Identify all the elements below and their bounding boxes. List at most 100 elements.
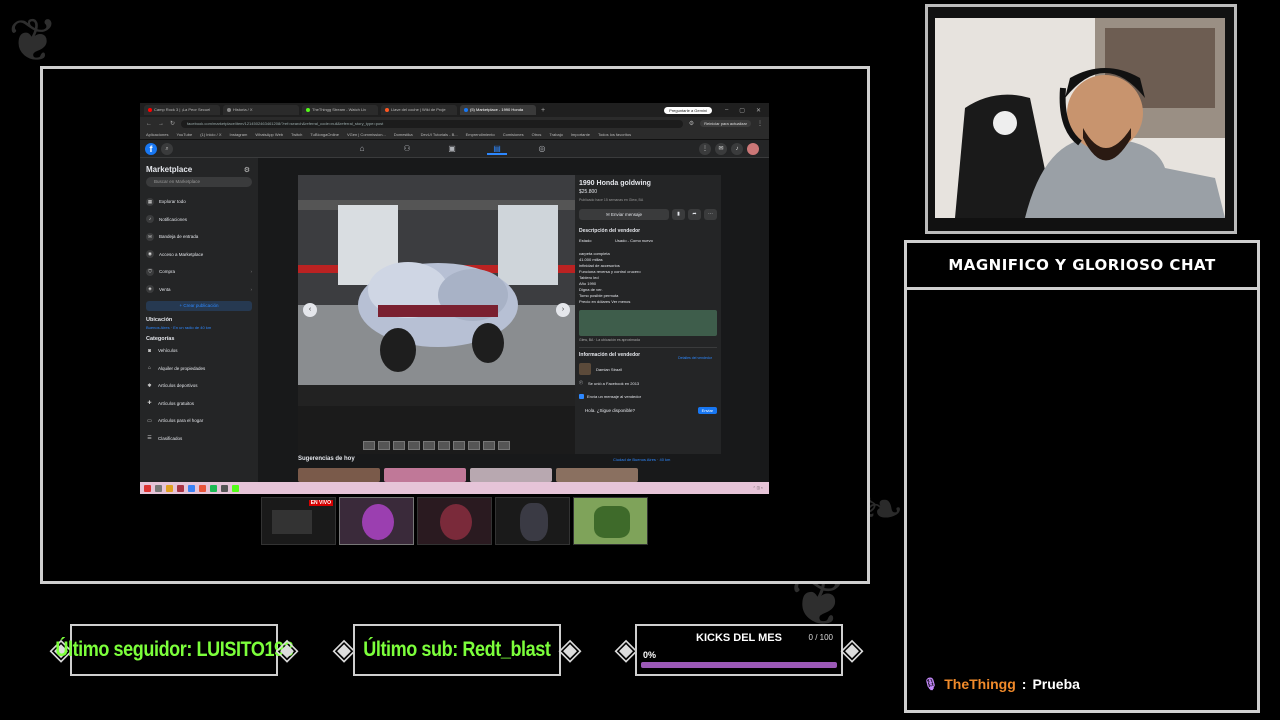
suggestion-card[interactable] [298,468,380,482]
suggestion-card[interactable] [556,468,638,482]
bookmark-item[interactable]: TuBlongaOnline [310,132,339,137]
reload-icon[interactable]: ↻ [170,120,175,127]
category-sports[interactable]: ✱ Artículos deportivos [146,377,252,395]
home-icon[interactable]: ⌂ [352,143,372,155]
notifications-icon[interactable]: ♪ [731,143,743,155]
message-input[interactable]: Hola. ¿Sigue disponible? Enviar [579,404,717,416]
maximize-icon[interactable]: ▢ [739,107,745,114]
search-icon[interactable]: ⌕ [161,143,173,155]
forward-icon[interactable]: → [158,121,164,127]
suggestion-card[interactable] [384,468,466,482]
gaming-icon[interactable]: ◎ [532,143,552,155]
bookmark-item[interactable]: Otros [532,132,542,137]
thumbnail[interactable] [393,441,405,450]
tab-marketplace[interactable]: (5) Marketplace - 1990 Honda [460,105,536,115]
thumbnail[interactable] [438,441,450,450]
thumbnail[interactable] [378,441,390,450]
url-input[interactable]: facebook.com/marketplace/item/1214502463… [181,119,683,128]
search-icon[interactable] [155,484,162,492]
chrome-icon[interactable] [199,484,206,492]
prev-photo-button[interactable]: ‹ [303,303,317,317]
bookmark-item[interactable]: DevUI Tutorials - B... [421,132,458,137]
category-classifieds[interactable]: ☰ Clasificados [146,430,252,448]
video-icon[interactable]: ▣ [442,143,462,155]
minimize-icon[interactable]: – [725,107,728,113]
sidebar-item-access[interactable]: ◉ Acceso a Marketplace [146,246,252,264]
bookmark-item[interactable]: Todos los favoritos [598,132,631,137]
seller-details-link[interactable]: Detalles del vendedor [678,356,712,360]
thumbnail[interactable] [423,441,435,450]
bookmark-item[interactable]: Importante [571,132,590,137]
share-button[interactable]: ➦ [688,209,701,220]
sidebar-item-sell[interactable]: ◈ Venta › [146,281,252,299]
update-button[interactable]: Reiniciar para actualizar [700,120,751,127]
sidebar-item-explore[interactable]: ▦ Explorar todo [146,193,252,211]
bookmark-item[interactable]: Instagram [230,132,248,137]
extensions-icon[interactable]: ⚙ [689,120,694,127]
marketplace-icon[interactable]: ▤ [487,143,507,155]
gemini-button[interactable]: Preguntarle a Gemini [664,106,712,114]
sidebar-item-notifications[interactable]: ♪ Notificaciones [146,211,252,229]
app-icon[interactable] [232,484,239,492]
bookmark-item[interactable]: VGen | Commission... [347,132,386,137]
send-button[interactable]: Enviar [697,406,717,414]
category-rentals[interactable]: ⌂ Alquiler de propiedades [146,360,252,378]
thumbnail[interactable] [498,441,510,450]
thumbnail[interactable] [408,441,420,450]
seller-row[interactable]: Damian Strazil [579,363,717,375]
tab-wiki[interactable]: Llave del coche | Wiki de Proje [381,105,457,115]
bookmark-item[interactable]: Trabajo [549,132,562,137]
new-tab-icon[interactable]: + [541,107,545,114]
bookmark-item[interactable]: Aplicaciones [146,132,168,137]
thumbnail[interactable] [468,441,480,450]
tab-x-history[interactable]: Historia / X [223,105,299,115]
more-button[interactable]: ⋯ [704,209,717,220]
bookmark-item[interactable]: WhatsApp Web [255,132,283,137]
folder-icon[interactable] [166,484,173,492]
bookmark-item[interactable]: YouTube [176,132,192,137]
app-icon[interactable] [188,484,195,492]
bookmark-item[interactable]: (1) Inicio / X [200,132,221,137]
thumbnail[interactable] [363,441,375,450]
category-home[interactable]: ▭ Artículos para el hogar [146,412,252,430]
bookmark-item[interactable]: Emprendimiento [466,132,495,137]
back-icon[interactable]: ← [146,121,152,127]
bookmark-item[interactable]: Comisiones [503,132,524,137]
tab-camp-rock[interactable]: Camp Rock 3 | ¡La Peor Secuel [144,105,220,115]
messenger-icon[interactable]: ✉ [715,143,727,155]
scene-thumbnail[interactable] [573,497,648,545]
create-listing-button[interactable]: + Crear publicación [146,301,252,311]
sidebar-item-buy[interactable]: ⛉ Compra › [146,263,252,281]
thumbnail[interactable] [453,441,465,450]
gear-icon[interactable]: ⚙ [244,166,250,174]
scene-thumbnail[interactable] [495,497,570,545]
location-map[interactable] [579,310,717,336]
start-icon[interactable] [144,484,151,492]
apps-grid-icon[interactable]: ⋮ [699,143,711,155]
scene-thumbnail[interactable] [417,497,492,545]
app-icon[interactable] [177,484,184,492]
menu-icon[interactable]: ⋮ [757,120,763,127]
next-photo-button[interactable]: › [556,303,570,317]
app-icon[interactable] [221,484,228,492]
sidebar-item-inbox[interactable]: ✉ Bandeja de entrada [146,228,252,246]
category-free[interactable]: ✚ Artículos gratuitos [146,395,252,413]
close-icon[interactable]: ✕ [756,107,761,114]
save-button[interactable]: ▮ [672,209,685,220]
spotify-icon[interactable] [210,484,217,492]
search-input[interactable]: Buscar en Marketplace [146,177,252,187]
suggestions-location[interactable]: Ciudad de Buenos Aires · 40 km [613,457,670,462]
tab-kick-stream[interactable]: TheThingg Stream - Watch Liv [302,105,378,115]
tray-clock[interactable]: ⌃ ◫ ⌁ [753,486,763,490]
send-message-button[interactable]: ✉ Enviar mensaje [579,209,669,220]
scene-thumbnail[interactable]: EN VIVO [261,497,336,545]
avatar[interactable] [747,143,759,155]
facebook-logo-icon[interactable]: f [145,143,157,155]
scene-thumbnail[interactable] [339,497,414,545]
location-link[interactable]: Buenos Aires · En un radio de 40 km [146,325,252,330]
bookmark-item[interactable]: Twitch [291,132,302,137]
description-line[interactable]: Precio en dólares Ver menos [579,299,717,305]
category-vehicles[interactable]: ◙ Vehículos [146,342,252,360]
thumbnail[interactable] [483,441,495,450]
friends-icon[interactable]: ⚇ [397,143,417,155]
